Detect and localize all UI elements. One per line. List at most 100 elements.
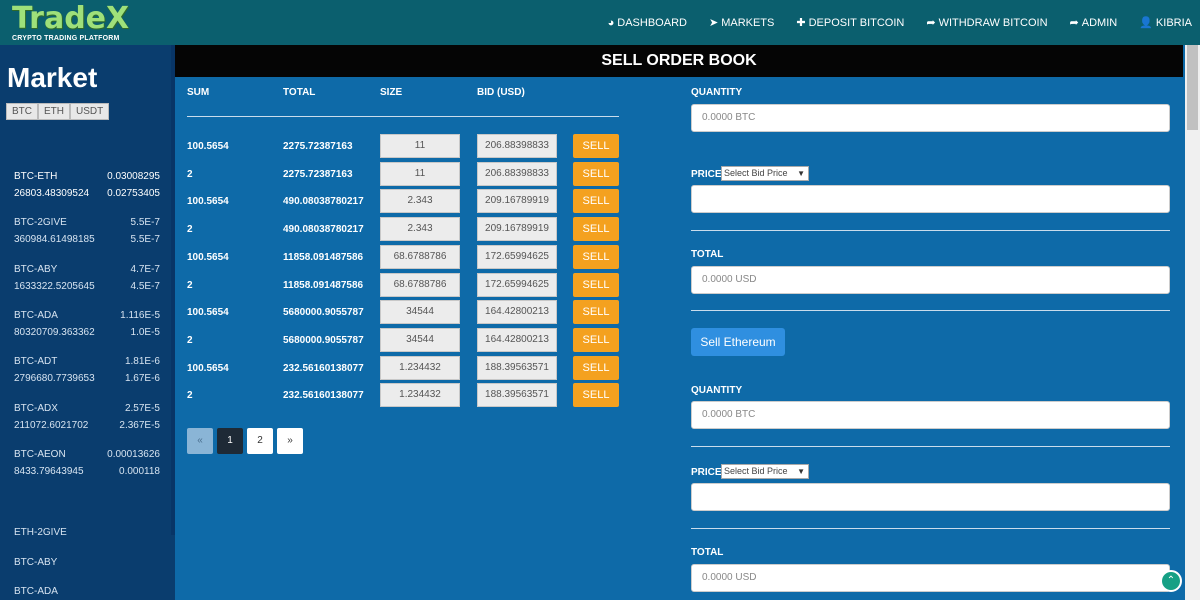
- nav-item-dashboard[interactable]: ◕ DASHBOARD: [608, 0, 687, 45]
- pair-row-top: BTC-ADX 2.57E-5: [14, 400, 160, 417]
- order-sum: 2: [187, 390, 193, 402]
- pair-change: 0.02753405: [107, 188, 160, 199]
- pagination-next[interactable]: »: [277, 428, 303, 454]
- pagination-page-2[interactable]: 2: [247, 428, 273, 454]
- order-size-field[interactable]: 1.234432: [380, 355, 460, 380]
- order-size-field[interactable]: 1.234432: [380, 383, 460, 408]
- order-bid-field[interactable]: 188.39563571: [477, 355, 557, 380]
- pair-volume: 1633322.5205645: [14, 280, 95, 292]
- order-size-field[interactable]: 68.6788786: [380, 244, 460, 269]
- pair-change: 0.000118: [119, 465, 160, 477]
- quantity-label: QUANTITY: [691, 385, 743, 396]
- order-row: 2 5680000.9055787 34544 164.42800213 SELL: [187, 327, 619, 352]
- nav-item-label: DEPOSIT BITCOIN: [808, 16, 905, 29]
- order-size-field[interactable]: 11: [380, 161, 460, 186]
- pair-row-bottom: 80320709.363362 1.0E-5: [14, 324, 160, 341]
- order-sum: 2: [187, 168, 193, 180]
- order-row: 100.5654 490.08038780217 2.343 209.16789919…: [187, 189, 619, 214]
- nav-item-withdraw-bitcoin[interactable]: ➦ WITHDRAW BITCOIN: [926, 0, 1047, 45]
- sell-button[interactable]: SELL: [573, 327, 619, 352]
- order-bid-field[interactable]: 206.88398833: [477, 161, 557, 186]
- pagination-prev[interactable]: «: [187, 428, 213, 454]
- brand-tagline: CRYPTO TRADING PLATFORM: [12, 35, 120, 42]
- tab-eth[interactable]: ETH: [38, 103, 70, 120]
- sell-button[interactable]: SELL: [573, 217, 619, 242]
- order-bid-field[interactable]: 209.16789919: [477, 189, 557, 214]
- scroll-top-button[interactable]: ⌃: [1160, 570, 1182, 592]
- price-input[interactable]: [691, 185, 1170, 213]
- order-size-field[interactable]: 34544: [380, 327, 460, 352]
- bid-price-select[interactable]: Select Bid Price ▼: [721, 464, 809, 479]
- order-bid-field[interactable]: 209.16789919: [477, 217, 557, 242]
- sell-button[interactable]: SELL: [573, 189, 619, 214]
- sell-button[interactable]: SELL: [573, 161, 619, 186]
- market-pair-item[interactable]: BTC-ADX 2.57E-5 211072.6021702 2.367E-5: [14, 400, 160, 434]
- sell-button[interactable]: SELL: [573, 300, 619, 325]
- bid-price-select[interactable]: Select Bid Price ▼: [721, 166, 809, 181]
- pair-row-bottom: 26803.48309524 0.02753405: [14, 185, 160, 202]
- sell-button[interactable]: SELL: [573, 272, 619, 297]
- market-pair-item[interactable]: BTC-ADA 1.116E-5 80320709.363362 1.0E-5: [14, 307, 160, 341]
- sell-button[interactable]: SELL: [573, 134, 619, 158]
- pair-name: BTC-2GIVE: [14, 217, 67, 229]
- brand-logo[interactable]: TradeX CRYPTO TRADING PLATFORM: [12, 4, 142, 44]
- order-size-field[interactable]: 34544: [380, 300, 460, 325]
- market-pair-item[interactable]: ETH-2GIVE: [14, 527, 67, 538]
- nav-item-admin[interactable]: ➦ ADMIN: [1070, 0, 1118, 45]
- tab-usdt[interactable]: USDT: [70, 103, 110, 120]
- market-pair-item[interactable]: BTC-ETH 0.03008295 26803.48309524 0.0275340…: [14, 168, 160, 202]
- price-label: PRICE: [691, 467, 722, 478]
- tab-btc[interactable]: BTC: [6, 103, 38, 120]
- nav-item-label: DASHBOARD: [617, 16, 687, 29]
- total-input[interactable]: 0.0000 USD: [691, 564, 1170, 592]
- nav-item-markets[interactable]: ➤ MARKETS: [709, 0, 774, 45]
- pair-row-bottom: 1633322.5205645 4.5E-7: [14, 278, 160, 295]
- pair-price: 0.00013626: [107, 448, 160, 460]
- market-title: Market: [7, 62, 98, 93]
- sell-button[interactable]: SELL: [573, 383, 619, 408]
- pair-row-top: BTC-ADA 1.116E-5: [14, 307, 160, 324]
- sell-ethereum-button[interactable]: Sell Ethereum: [691, 328, 785, 356]
- pair-change: 1.67E-6: [124, 373, 160, 385]
- pair-volume: 26803.48309524: [14, 188, 90, 199]
- order-size-field[interactable]: 11: [380, 134, 460, 158]
- market-tabs: BTC ETH USDT: [6, 103, 110, 120]
- page-scrollbar-thumb[interactable]: [1187, 45, 1198, 130]
- market-pair-item[interactable]: BTC-ADT 1.81E-6 2796680.7739653 1.67E-6: [14, 353, 160, 387]
- order-size-field[interactable]: 68.6788786: [380, 272, 460, 297]
- pair-row-bottom: 8433.79643945 0.000118: [14, 463, 160, 480]
- pair-row-top: BTC-AEON 0.00013626: [14, 446, 160, 463]
- order-total: 490.08038780217: [283, 196, 364, 208]
- order-size-field[interactable]: 2.343: [380, 189, 460, 214]
- sell-button[interactable]: SELL: [573, 244, 619, 269]
- col-sum-header: SUM: [187, 87, 210, 98]
- order-bid-field[interactable]: 164.42800213: [477, 300, 557, 325]
- total-input[interactable]: 0.0000 USD: [691, 266, 1170, 294]
- price-input[interactable]: [691, 483, 1170, 511]
- market-pair-item[interactable]: BTC-ABY 4.7E-7 1633322.5205645 4.5E-7: [14, 261, 160, 295]
- order-bid-field[interactable]: 188.39563571: [477, 383, 557, 408]
- order-bid-field[interactable]: 172.65994625: [477, 244, 557, 269]
- sell-button[interactable]: SELL: [573, 355, 619, 380]
- market-pair-item[interactable]: BTC-ABY: [14, 557, 57, 568]
- order-bid-field[interactable]: 172.65994625: [477, 272, 557, 297]
- order-row: 100.5654 2275.72387163 11 206.88398833 SELL: [187, 134, 619, 158]
- pair-name: BTC-AEON: [14, 448, 66, 460]
- market-pair-item[interactable]: BTC-ADA: [14, 586, 58, 597]
- order-size-field[interactable]: 2.343: [380, 217, 460, 242]
- form-divider: [691, 310, 1170, 311]
- nav-item-kibria[interactable]: 👤 KIBRIA: [1139, 0, 1192, 45]
- pair-price: 5.5E-7: [130, 217, 160, 229]
- pagination-page-1[interactable]: 1: [217, 428, 243, 454]
- quantity-input[interactable]: 0.0000 BTC: [691, 104, 1170, 132]
- order-row: 2 232.56160138077 1.234432 188.39563571 SELL: [187, 383, 619, 408]
- quantity-input[interactable]: 0.0000 BTC: [691, 401, 1170, 429]
- sidebar-scrollbar[interactable]: [171, 45, 175, 535]
- order-bid-field[interactable]: 206.88398833: [477, 134, 557, 158]
- market-pair-item[interactable]: BTC-AEON 0.00013626 8433.79643945 0.000118: [14, 446, 160, 480]
- order-bid-field[interactable]: 164.42800213: [477, 327, 557, 352]
- nav-item-deposit-bitcoin[interactable]: ✚ DEPOSIT BITCOIN: [796, 0, 904, 45]
- order-sum: 2: [187, 334, 193, 346]
- pair-row-bottom: 2796680.7739653 1.67E-6: [14, 370, 160, 387]
- market-pair-item[interactable]: BTC-2GIVE 5.5E-7 360984.61498185 5.5E-7: [14, 214, 160, 248]
